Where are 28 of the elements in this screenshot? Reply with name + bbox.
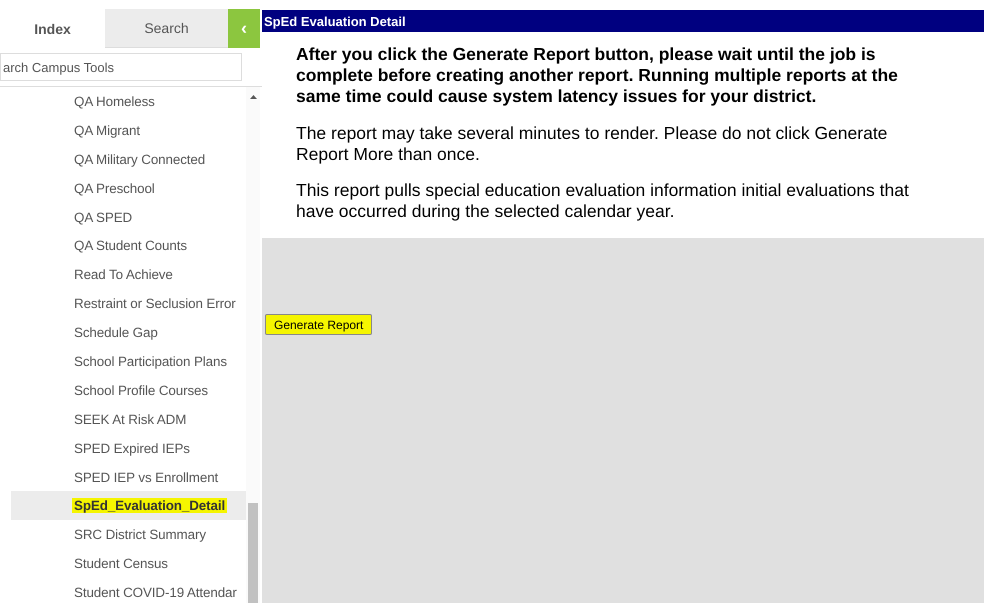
warning-text: After you click the Generate Report button, please wait until the job is complete before creating another report. Running multiple reports at the same time could cause system latency issues for your district.	[296, 44, 899, 107]
sidebar-item[interactable]: Restraint or Seclusion Error	[11, 289, 246, 318]
sidebar-item[interactable]: School Participation Plans	[11, 347, 246, 376]
sidebar-item[interactable]: QA Homeless	[11, 87, 246, 116]
sidebar-item[interactable]: QA SPED	[11, 202, 246, 232]
sidebar-item[interactable]: Schedule Gap	[11, 318, 246, 348]
scroll-up-icon[interactable]	[250, 95, 256, 99]
sidebar-item[interactable]: QA Student Counts	[11, 231, 246, 260]
search-field[interactable]: arch Campus Tools	[0, 53, 242, 81]
page-title: SpEd Evaluation Detail	[262, 10, 984, 32]
info-paragraph: The report may take several minutes to render. Please do not click Generate Report More than once.	[296, 123, 888, 165]
sidebar-item[interactable]: QA Migrant	[11, 116, 246, 145]
scrollbar-thumb[interactable]	[248, 503, 258, 603]
sidebar-item[interactable]: QA Preschool	[11, 174, 246, 203]
sidebar-tab[interactable]: Search	[105, 9, 228, 48]
sidebar-item[interactable]: QA Military Connected	[11, 144, 246, 174]
sidebar-item[interactable]: Student COVID-19 Attendar	[11, 578, 246, 603]
sidebar-item[interactable]: Student Census	[11, 549, 246, 578]
scrollbar[interactable]	[246, 87, 260, 603]
sidebar-item[interactable]: SEEK At Risk ADM	[11, 404, 246, 434]
sidebar-item[interactable]: SPED Expired IEPs	[11, 434, 246, 463]
sidebar-item[interactable]: School Profile Courses	[11, 376, 246, 405]
sidebar-item[interactable]: SRC District Summary	[11, 520, 246, 550]
generate-report-button[interactable]: Generate Report	[265, 314, 372, 335]
sidebar-item[interactable]: Read To Achieve	[11, 260, 246, 290]
sidebar-item[interactable]: SpEd_Evaluation_Detail	[11, 491, 246, 520]
info-paragraph: This report pulls special education evaluation information initial evaluations that have occurred during the selected calendar year.	[296, 180, 910, 222]
sidebar-item[interactable]: SPED IEP vs Enrollment	[11, 462, 246, 492]
